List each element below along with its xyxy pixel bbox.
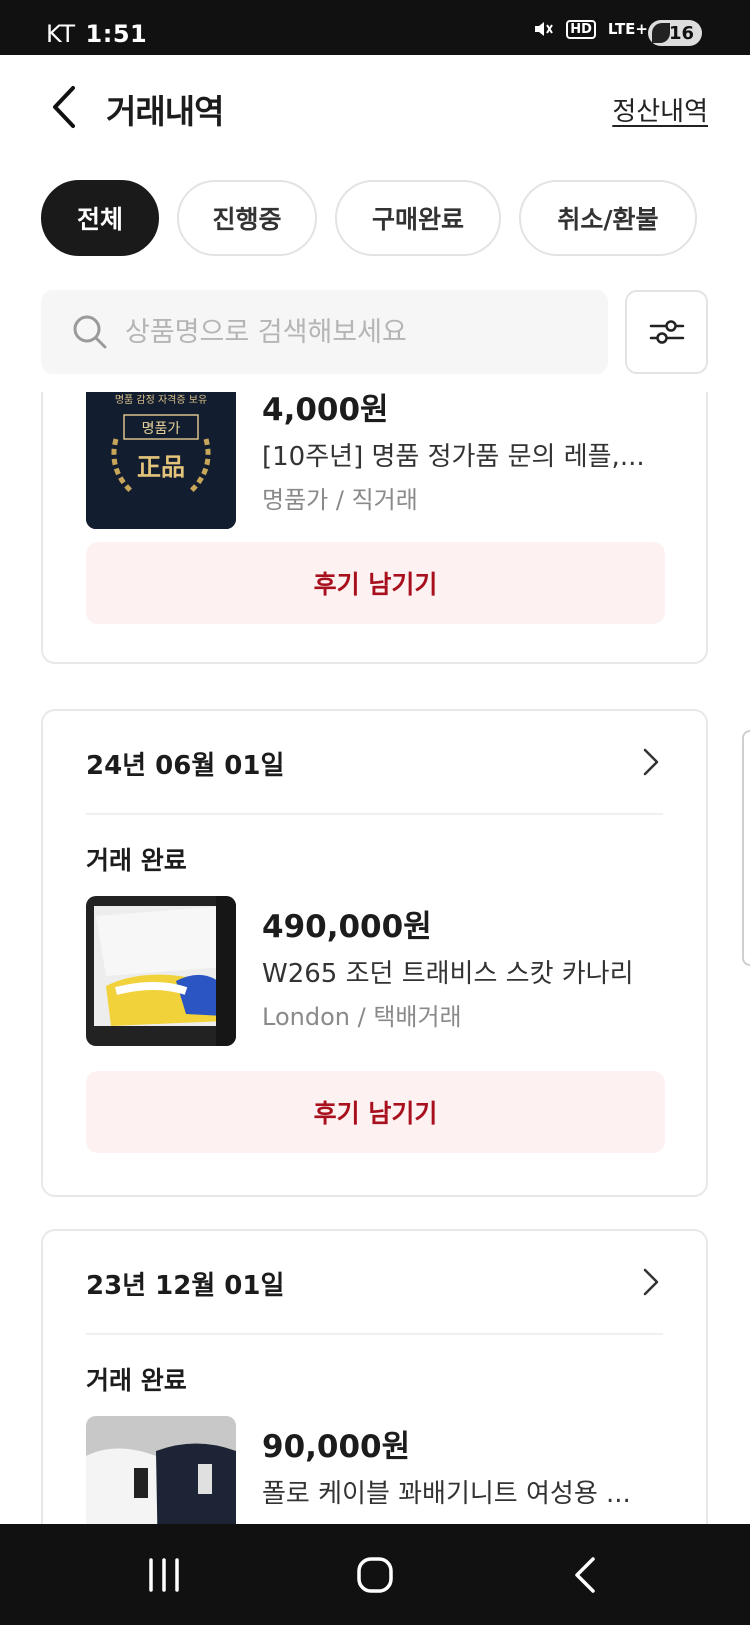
clock: 1:51 (85, 20, 148, 48)
app-header: 거래내역 정산내역 (0, 55, 750, 165)
back-icon (575, 1557, 595, 1593)
product-meta: 명품가 / 직거래 (262, 486, 418, 514)
mute-icon (535, 22, 554, 36)
tab-purchase-complete[interactable]: 구매완료 (335, 180, 501, 256)
tab-in-progress[interactable]: 진행중 (177, 180, 317, 256)
sliders-icon (649, 320, 684, 344)
transaction-card: 23년 12월 01일 거래 완료 90,000원 폴로 케이블 꽈배기니트 여… (41, 1229, 708, 1524)
thumb-caption: 명품 감정 자격증 보유 (115, 393, 207, 406)
lte-icon: LTE+ (607, 20, 648, 38)
search-input[interactable] (125, 316, 605, 348)
transaction-status: 거래 완료 (86, 846, 187, 875)
product-name[interactable]: 폴로 케이블 꽈배기니트 여성용 ... (262, 1473, 662, 1510)
edge-panel-handle[interactable] (742, 730, 750, 966)
thumb-badge: 명품가 (142, 421, 181, 437)
settlement-link[interactable]: 정산내역 (612, 91, 708, 128)
write-review-button[interactable]: 후기 남기기 (86, 542, 665, 624)
filter-button[interactable] (625, 290, 708, 374)
status-bar: KT 1:51 HD LTE+ 16 (0, 0, 750, 55)
product-price: 90,000원 (262, 1429, 411, 1465)
product-name[interactable]: [10주년] 명품 정가품 문의 레플,... (262, 436, 662, 473)
card-date-row[interactable]: 24년 06월 01일 (86, 711, 663, 815)
product-thumbnail[interactable] (86, 896, 236, 1046)
product-image (86, 1416, 236, 1524)
system-nav-bar (0, 1524, 750, 1625)
search-bar (41, 290, 608, 374)
battery-saver-icon (652, 23, 670, 43)
tab-all[interactable]: 전체 (41, 180, 159, 256)
hd-voice-icon: HD (566, 19, 596, 39)
filter-tabs: 전체 진행중 구매완료 취소/환불 (41, 180, 697, 256)
product-price: 4,000원 (262, 392, 389, 428)
search-icon (73, 315, 107, 349)
product-meta: London / 택배거래 (262, 1003, 462, 1031)
battery-icon: 16 (648, 20, 702, 46)
chevron-right-icon[interactable] (639, 745, 663, 779)
product-image: 명품 감정 자격증 보유 명품가 正品 (86, 392, 236, 529)
product-thumbnail[interactable]: 명품 감정 자격증 보유 명품가 正品 (86, 392, 236, 529)
thumb-main: 正品 (137, 452, 185, 481)
home-icon (357, 1557, 393, 1593)
back-nav-button[interactable] (555, 1552, 615, 1598)
transaction-list[interactable]: 명품 감정 자격증 보유 명품가 正品 4,000원 [10주년] 명품 정가품… (0, 392, 750, 1524)
status-left: KT 1:51 (46, 20, 147, 48)
recent-apps-button[interactable] (134, 1552, 194, 1598)
product-image (86, 896, 236, 1046)
chevron-left-icon (53, 86, 75, 128)
battery-level: 16 (668, 22, 694, 44)
page-title: 거래내역 (106, 92, 224, 131)
product-price: 490,000원 (262, 909, 432, 945)
write-review-button[interactable]: 후기 남기기 (86, 1071, 665, 1153)
recents-icon (149, 1558, 179, 1592)
transaction-status: 거래 완료 (86, 1366, 187, 1395)
card-date-row[interactable]: 23년 12월 01일 (86, 1231, 663, 1335)
product-thumbnail[interactable] (86, 1416, 236, 1524)
carrier-label: KT (46, 20, 76, 48)
home-button[interactable] (345, 1552, 405, 1598)
chevron-right-icon[interactable] (639, 1265, 663, 1299)
product-name[interactable]: W265 조던 트래비스 스캇 카나리 (262, 953, 662, 990)
transaction-date: 23년 12월 01일 (86, 1271, 285, 1301)
tab-cancel-refund[interactable]: 취소/환불 (519, 180, 697, 256)
transaction-card: 24년 06월 01일 거래 완료 490,000원 W265 조던 트래비스 … (41, 709, 708, 1197)
back-button[interactable] (44, 81, 84, 133)
transaction-card: 명품 감정 자격증 보유 명품가 正品 4,000원 [10주년] 명품 정가품… (41, 392, 708, 664)
transaction-date: 24년 06월 01일 (86, 751, 285, 781)
